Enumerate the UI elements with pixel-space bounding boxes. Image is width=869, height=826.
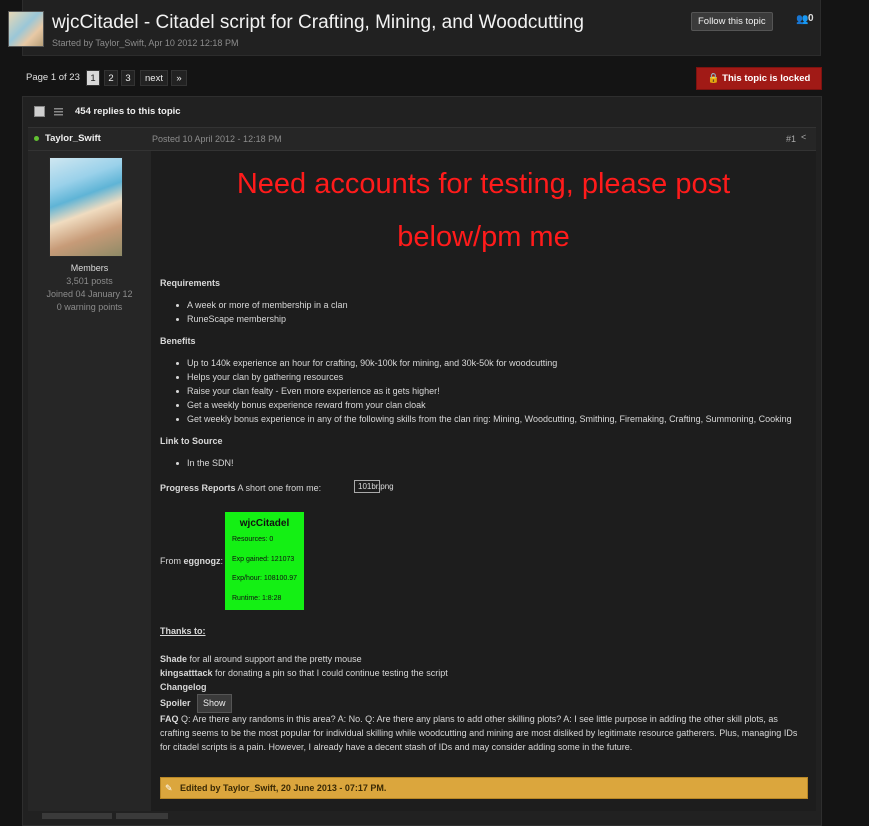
author-group: Members [70,263,109,273]
progress-heading: Progress Reports [160,483,236,493]
broken-image-placeholder: 101br.png [354,480,394,493]
spoiler-label: Spoiler [160,698,191,708]
topic-locked-badge: 🔒 This topic is locked [696,67,822,90]
thanks-text-2: for donating a pin so that I could conti… [215,668,448,678]
from-colon: : [220,556,224,566]
thanks-name-1: Shade [160,654,188,664]
from-line: From eggnogz: [160,556,223,566]
post-date: Posted 10 April 2012 - 12:18 PM [152,134,282,144]
list-item: In the SDN! [176,458,234,468]
post-number-link[interactable]: #1 [786,134,796,144]
list-view-icon[interactable] [34,106,45,117]
post-action-button[interactable] [42,813,112,819]
proggy-exp-hour: Exp/hour: 108100.97 [232,575,297,582]
progress-reports-line: Progress Reports A short one from me: [160,483,321,493]
proggy-resources: Resources: 0 [232,536,274,543]
thanks-heading: Thanks to: [160,626,206,636]
post-action-button[interactable] [116,813,168,819]
thanks-line-1: Shade for all around support and the pre… [160,654,362,664]
proggy-runtime: Runtime: 1:8:28 [232,595,282,602]
faq-label: FAQ [160,714,179,724]
list-item: Helps your clan by gathering resources [175,372,344,382]
spoiler-show-button[interactable]: Show [197,694,232,713]
share-icon[interactable]: < [801,132,806,142]
followers-icon: 👥 [796,14,809,25]
thanks-line-2: kingsatttack for donating a pin so that … [160,668,448,678]
topic-title: wjcCitadel - Citadel script for Crafting… [52,12,584,33]
author-post-count: 3,501 posts [66,276,113,286]
benefits-heading: Benefits [160,336,196,346]
online-status-icon [34,136,39,141]
topic-meta: Started by Taylor_Swift, Apr 10 2012 12:… [52,38,239,48]
post-author[interactable]: Taylor_Swift [45,133,101,144]
lock-icon: 🔒 [707,73,720,84]
faq-text: FAQ Q: Are there any randoms in this are… [160,712,805,754]
post-header [28,127,816,151]
followers-count[interactable]: 0 [808,13,814,24]
list-item: RuneScape membership [175,314,287,324]
author-joined: Joined 04 January 12 [46,289,133,299]
from-user: eggnogz [183,556,221,566]
list-item: Get weekly bonus experience in any of th… [176,414,792,424]
changelog-heading: Changelog [160,682,207,692]
post-banner-line-1: Need accounts for testing, please post [236,168,731,200]
requirements-heading: Requirements [160,278,221,288]
next-page-link[interactable]: next [140,70,168,86]
topic-starter-avatar[interactable] [8,11,44,47]
page-link-1[interactable]: 1 [86,70,100,86]
list-item: A week or more of membership in a clan [176,300,348,310]
proggy-exp-gained: Exp gained: 121073 [232,556,295,563]
thanks-name-2: kingsatttack [160,668,213,678]
thanks-text-1: for all around support and the pretty mo… [189,654,362,664]
thread-view-icon[interactable] [53,106,64,117]
page-link-2[interactable]: 2 [104,70,118,86]
proggy-title: wjcCitadel [239,518,290,529]
list-item: Get a weekly bonus experience reward fro… [176,400,426,410]
edited-text: Edited by Taylor_Swift, 20 June 2013 - 0… [180,783,387,793]
author-warning-points: 0 warning points [56,302,123,312]
faq-body: Q: Are there any randoms in this area? A… [160,714,798,752]
progress-text: A short one from me: [237,483,322,493]
edit-icon: ✎ [165,783,173,793]
source-heading: Link to Source [160,436,223,446]
reply-count: 454 replies to this topic [75,106,181,117]
last-page-link[interactable]: » [171,70,187,86]
topic-locked-label: This topic is locked [722,73,811,84]
list-item: Raise your clan fealty - Even more exper… [176,386,440,396]
list-item: Up to 140k experience an hour for crafti… [175,358,558,368]
post-banner-line-2: below/pm me [397,221,570,253]
follow-topic-button[interactable]: Follow this topic [691,12,773,31]
from-label: From [160,556,181,566]
page-link-3[interactable]: 3 [121,70,135,86]
author-avatar[interactable] [49,157,123,257]
page-indicator[interactable]: Page 1 of 23 [22,70,84,86]
